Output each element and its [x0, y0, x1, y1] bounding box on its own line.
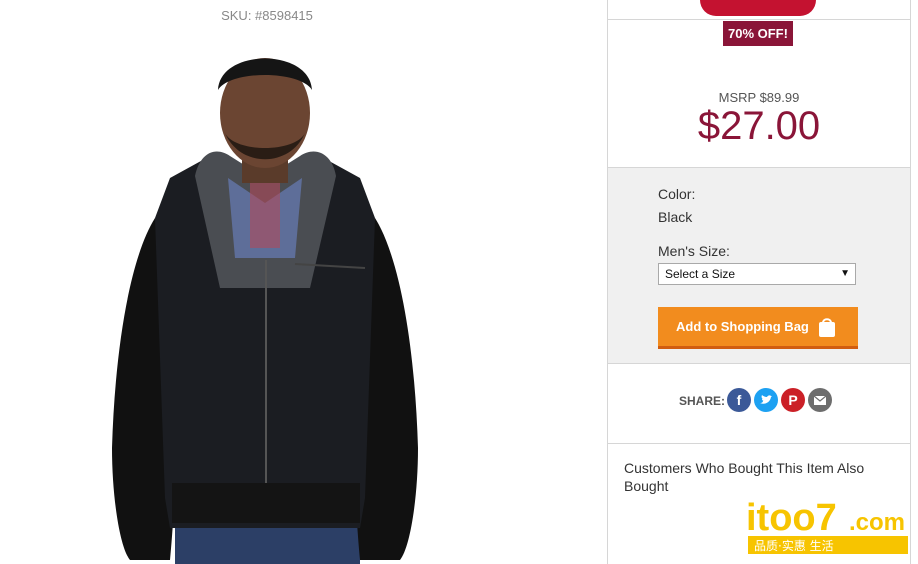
discount-badge: 70% OFF!: [723, 21, 793, 46]
product-image[interactable]: [100, 28, 430, 564]
options-panel: Color: Black Men's Size: Select a Size ▼…: [608, 167, 910, 364]
size-select-value: Select a Size: [665, 267, 736, 281]
sku-text: SKU: #8598415: [221, 8, 313, 23]
add-to-bag-button[interactable]: Add to Shopping Bag: [658, 307, 858, 349]
twitter-icon[interactable]: [754, 388, 778, 412]
size-select[interactable]: Select a Size ▼: [658, 263, 856, 285]
chevron-down-icon: ▼: [840, 268, 850, 279]
svg-text:品质·实惠 生活: 品质·实惠 生活: [754, 538, 834, 553]
color-label: Color:: [658, 186, 696, 202]
msrp-price: MSRP $89.99: [718, 90, 800, 105]
shopping-bag-icon: [819, 318, 835, 337]
size-label: Men's Size:: [658, 243, 730, 259]
sale-ribbon: [700, 0, 816, 16]
facebook-icon[interactable]: f: [727, 388, 751, 412]
sale-price: $27.00: [697, 104, 821, 148]
svg-text:.com: .com: [849, 509, 905, 536]
share-row: SHARE: f P: [608, 386, 910, 416]
pinterest-icon[interactable]: P: [781, 388, 805, 412]
add-to-bag-label: Add to Shopping Bag: [676, 319, 809, 334]
itoo7-watermark-logo: itoo7 .com 品质·实惠 生活: [746, 497, 908, 554]
svg-text:itoo7: itoo7: [746, 497, 837, 539]
color-value: Black: [658, 209, 693, 225]
share-label: SHARE:: [679, 394, 726, 408]
email-icon[interactable]: [808, 388, 832, 412]
divider: [608, 19, 910, 20]
purchase-panel: 70% OFF! MSRP $89.99 $27.00 Color: Black…: [607, 0, 911, 564]
divider: [608, 443, 910, 444]
